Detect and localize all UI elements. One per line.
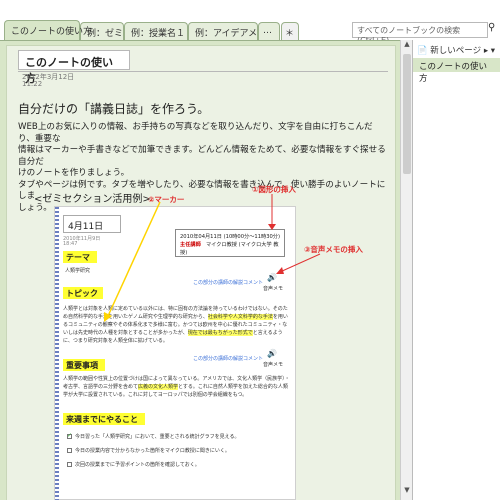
body-line: WEB上のお気に入りの情報、お手持ちの写真などを取り込んだり、文字を自由に打ちこ… bbox=[18, 122, 373, 144]
lecture-datetime: 2010年04月11日 (10時00分～11時30分) bbox=[180, 234, 281, 240]
page-heading[interactable]: 自分だけの「講義日誌」を作ろう。 bbox=[18, 100, 209, 117]
tab-how-to-use[interactable]: このノートの使い方 bbox=[4, 20, 92, 40]
audio-memo-icon[interactable]: 🔊 bbox=[267, 349, 277, 359]
lecture-role: 主任講師 bbox=[180, 242, 201, 248]
highlight: 広義の文化人類学 bbox=[138, 384, 179, 390]
page-list-panel: 📄 新しいページ ▸ ▾ このノートの使い方 bbox=[412, 40, 500, 500]
todo-item[interactable]: 今日習った「人類学研究」において、重要とされる統計グラフを見える。 bbox=[67, 432, 239, 440]
highlight: 現在では最もちがった形式で bbox=[187, 330, 253, 336]
scrollbar-thumb[interactable] bbox=[403, 54, 411, 174]
example-heading-todo: 来週までにやること bbox=[63, 413, 145, 425]
notebook-binding bbox=[55, 207, 59, 500]
tab-example-idea-memo[interactable]: 例：アイデアメモ bbox=[188, 22, 266, 40]
checkbox-icon[interactable] bbox=[67, 448, 72, 453]
example-theme-text: 人類学研究 bbox=[65, 268, 91, 274]
annotation-audio-insert: ③音声メモの挿入 bbox=[304, 245, 363, 254]
page-time: 11:22 bbox=[22, 80, 43, 88]
audio-comment-link[interactable]: この部分の講師の解説コメント bbox=[193, 279, 263, 286]
tab-example-class[interactable]: 例：授業名１ bbox=[124, 22, 188, 40]
section-tab-bar: このノートの使い方 例：ゼミ 例：授業名１ 例：アイデアメモ … ＊ すべてのノ… bbox=[0, 0, 500, 45]
example-important-text: 人類学の範囲や性質上の位置づけは国によって異なっている。アメリカでは、文化人類学… bbox=[63, 376, 290, 398]
audio-memo-icon[interactable]: 🔊 bbox=[267, 273, 277, 283]
example-heading-important: 重要事項 bbox=[63, 359, 105, 371]
page-list-item[interactable]: このノートの使い方 bbox=[413, 58, 500, 84]
new-page-button[interactable]: 📄 新しいページ ▸ ▾ bbox=[417, 44, 497, 58]
audio-comment-link[interactable]: この部分の講師の解説コメント bbox=[193, 355, 263, 362]
annotation-shape-insert: ①図形の挿入 bbox=[252, 185, 296, 194]
vertical-scrollbar[interactable]: ▲ ▼ bbox=[400, 40, 412, 500]
example-heading-topic: トピック bbox=[63, 287, 103, 299]
checkbox-checked-icon[interactable] bbox=[67, 432, 72, 439]
checkbox-icon[interactable] bbox=[67, 462, 72, 467]
tab-more[interactable]: … bbox=[258, 22, 280, 40]
search-icon[interactable]: ⚲ bbox=[488, 22, 500, 38]
body-line: けのノートを作りましょう。 bbox=[18, 168, 130, 178]
example-image[interactable]: 4月11日 2010年11月9日 18:47 2010年04月11日 (10時0… bbox=[54, 206, 296, 500]
add-section-tab[interactable]: ＊ bbox=[281, 22, 299, 40]
highlight: 社会科学や人文科学的な手法 bbox=[207, 314, 273, 320]
example-caption: <ゼミセクション活用例> bbox=[34, 194, 151, 205]
annotation-marker: ②マーカー bbox=[148, 195, 185, 204]
todo-item[interactable]: 今日の授業内容で分からなかった箇所をマイクロ教授に聞きにいく。 bbox=[67, 447, 230, 454]
page-title[interactable]: このノートの使い方 bbox=[18, 50, 130, 85]
body-line: 情報はマーカーや手書きなどで加筆できます。どんどん情報をためて、必要な情報をすぐ… bbox=[18, 145, 386, 167]
lecture-info-box: 2010年04月11日 (10時00分～11時30分) 主任講師 マイクロ教授 … bbox=[175, 229, 285, 257]
search-input[interactable]: すべてのノートブックの検索 (Ctrl+E) bbox=[352, 22, 488, 45]
audio-memo-label: 音声メモ bbox=[263, 286, 284, 292]
example-topic-text: 人類学とは対象を人類に定めている以外には、特に固有の方法論を持っているわけではな… bbox=[63, 306, 288, 344]
lecture-instructor: 主任講師 マイクロ教授 (マイクロ大学 教授) bbox=[180, 241, 280, 257]
example-heading-theme: テーマ bbox=[63, 251, 97, 263]
todo-item[interactable]: 次回の授業までに予習ポイントの箇所を確認しておく。 bbox=[67, 461, 200, 468]
example-date-title: 4月11日 bbox=[63, 215, 121, 233]
example-time-sub: 18:47 bbox=[63, 241, 78, 247]
audio-memo-label: 音声メモ bbox=[263, 362, 284, 368]
